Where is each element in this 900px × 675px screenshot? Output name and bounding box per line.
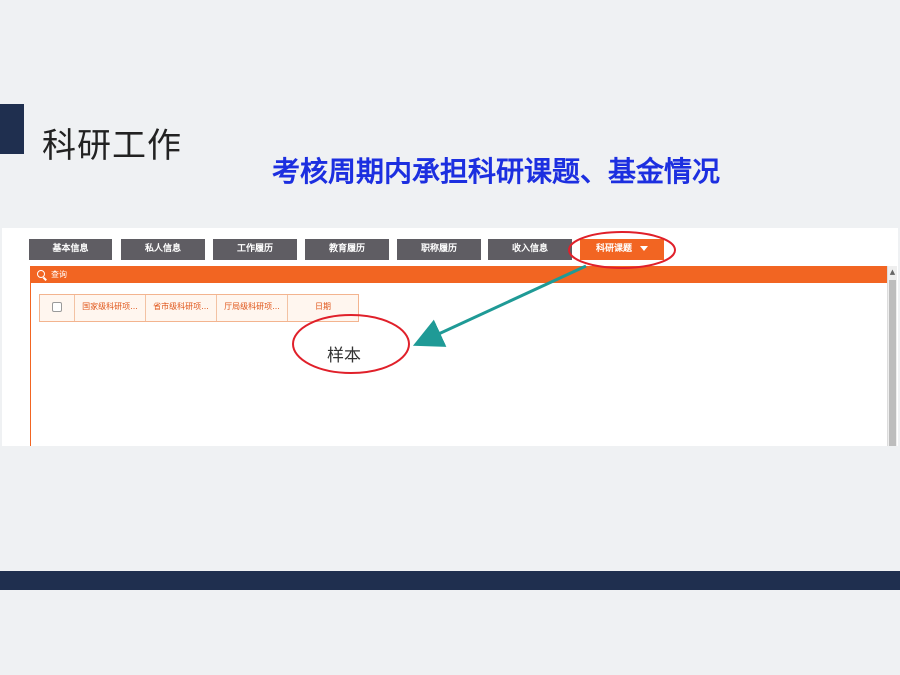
tab-label: 科研课题 <box>595 244 632 254</box>
tab-income-info[interactable]: 收入信息 <box>488 239 572 260</box>
caret-down-icon <box>640 246 648 251</box>
tab-title-history[interactable]: 职称履历 <box>397 239 481 260</box>
search-icon <box>37 270 45 278</box>
table-header-row: 国家级科研项... 省市级科研项... 厅局级科研项... 日期 <box>39 294 359 322</box>
tab-research-projects[interactable]: 科研课题 <box>580 239 664 260</box>
tab-label: 收入信息 <box>511 244 548 254</box>
column-header-date[interactable]: 日期 <box>288 295 358 321</box>
embedded-screenshot: 基本信息 私人信息 工作履历 教育履历 职称履历 收入信息 科研课题 查询 国家… <box>2 228 898 446</box>
slide-title: 科研工作 <box>42 126 182 166</box>
panel-header: 查询 <box>31 267 888 283</box>
select-all-checkbox[interactable] <box>52 301 62 312</box>
panel-header-label: 查询 <box>51 270 67 279</box>
sample-label: 样本 <box>327 346 361 366</box>
column-header-bureau[interactable]: 厅局级科研项... <box>217 295 288 321</box>
column-header-provincial[interactable]: 省市级科研项... <box>146 295 217 321</box>
tab-basic-info[interactable]: 基本信息 <box>29 239 112 260</box>
column-header-national[interactable]: 国家级科研项... <box>75 295 146 321</box>
query-panel: 查询 国家级科研项... 省市级科研项... 厅局级科研项... 日期 <box>30 266 889 446</box>
tab-education-history[interactable]: 教育履历 <box>305 239 389 260</box>
scroll-up-icon[interactable]: ▲ <box>888 268 897 277</box>
tab-private-info[interactable]: 私人信息 <box>121 239 205 260</box>
slide-subtitle: 考核周期内承担科研课题、基金情况 <box>272 155 721 188</box>
tab-label: 职称履历 <box>420 244 457 254</box>
select-all-cell <box>40 295 75 321</box>
tab-work-history[interactable]: 工作履历 <box>213 239 297 260</box>
title-accent-bar <box>0 104 24 154</box>
vertical-scrollbar[interactable]: ▲ <box>887 266 897 446</box>
tab-label: 工作履历 <box>236 244 273 254</box>
tab-label: 基本信息 <box>52 244 89 254</box>
scroll-thumb[interactable] <box>889 280 896 446</box>
tab-label: 私人信息 <box>144 244 181 254</box>
tab-label: 教育履历 <box>328 244 365 254</box>
footer-bar <box>0 571 900 590</box>
